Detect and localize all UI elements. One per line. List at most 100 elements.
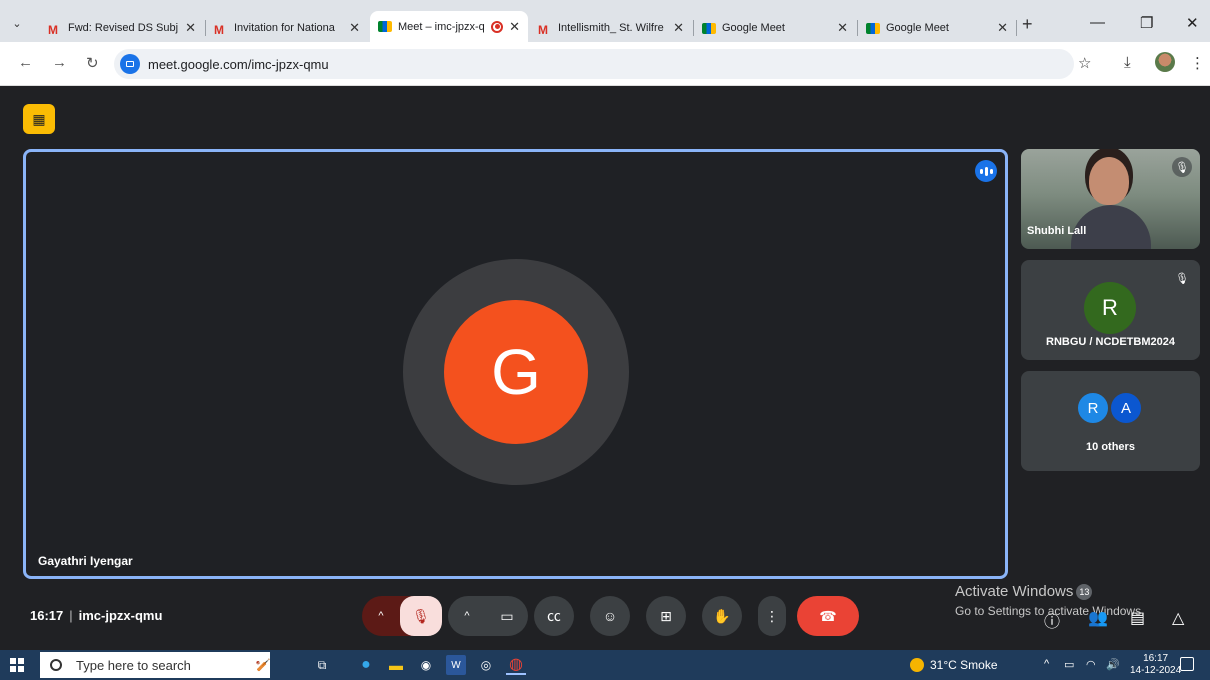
tab-title: Meet – imc-jpzx-q	[398, 20, 485, 33]
meeting-details-icon[interactable]: ⓘ	[1044, 608, 1060, 632]
participant-tile-rnbgu[interactable]: 🎙 R RNBGU / NCDETBM2024	[1021, 260, 1200, 360]
window-close-icon[interactable]: ✕	[1186, 14, 1199, 32]
weather-icon	[910, 658, 924, 672]
new-tab-icon[interactable]: +	[1022, 14, 1033, 35]
chrome-icon[interactable]: ◍	[506, 655, 526, 675]
captions-button[interactable]: ㏄	[534, 596, 574, 636]
back-icon[interactable]: ←	[18, 54, 33, 71]
tab-search-chevron-icon[interactable]: ⌄	[8, 14, 26, 32]
tab-title: Intellismith_ St. Wilfre	[558, 22, 664, 34]
participant-name: RNBGU / NCDETBM2024	[1046, 336, 1175, 348]
gmail-icon: M	[48, 22, 58, 37]
tab-invitation[interactable]: M Invitation for Nationa ✕	[206, 14, 368, 42]
meeting-code: imc-jpzx-qmu	[78, 608, 163, 623]
audio-options-chevron-icon[interactable]: ^	[362, 596, 400, 636]
camera-icon: ▭	[500, 607, 514, 624]
windows-start-icon[interactable]	[10, 658, 24, 672]
present-button[interactable]: ⊞	[646, 596, 686, 636]
tray-chevron-icon[interactable]: ^	[1044, 658, 1049, 670]
browser-menu-icon[interactable]: ⋮	[1190, 54, 1205, 72]
browser-toolbar: ← → ↻ meet.google.com/imc-jpzx-qmu ☆ ⤓ ⋮	[0, 42, 1210, 86]
raise-hand-button[interactable]: ✋	[702, 596, 742, 636]
mic-off-button[interactable]: 🎙	[400, 596, 442, 636]
tab-google-meet-2[interactable]: Google Meet ✕	[858, 14, 1016, 42]
meet-icon	[378, 21, 392, 32]
taskbar-clock[interactable]: 16:17 14-12-2024	[1130, 653, 1181, 677]
app-icon[interactable]: ◉	[416, 655, 436, 675]
bookmark-star-icon[interactable]: ☆	[1078, 54, 1091, 72]
captions-icon: ㏄	[547, 608, 561, 624]
network-icon[interactable]: ▭	[1064, 658, 1074, 671]
site-info-icon[interactable]	[120, 54, 140, 74]
main-avatar: G	[444, 300, 588, 444]
profile-avatar[interactable]	[1155, 52, 1175, 72]
more-options-button[interactable]: ⋮	[758, 596, 786, 636]
activities-icon[interactable]: △	[1172, 608, 1184, 628]
meet-icon	[866, 22, 880, 34]
cricket-widget-icon[interactable]: 🏏	[248, 655, 278, 675]
address-bar[interactable]: meet.google.com/imc-jpzx-qmu	[114, 49, 1074, 79]
participant-video-head	[1089, 157, 1129, 205]
tab-fwd-revised[interactable]: M Fwd: Revised DS Subj ✕	[40, 14, 204, 42]
tab-title: Fwd: Revised DS Subj	[68, 22, 179, 34]
tab-intellismith[interactable]: M Intellismith_ St. Wilfre ✕	[530, 14, 692, 42]
main-participant-name: Gayathri Iyengar	[38, 554, 133, 568]
caption-off-icon[interactable]: ▦	[23, 104, 55, 134]
tab-divider	[1016, 20, 1017, 36]
restore-icon[interactable]: ❐	[1140, 14, 1153, 32]
more-vert-icon: ⋮	[765, 607, 779, 624]
mic-off-icon: 🎙	[1175, 272, 1189, 285]
app-icon-2[interactable]: ◎	[476, 655, 496, 675]
tab-google-meet-1[interactable]: Google Meet ✕	[694, 14, 856, 42]
notification-count-badge: 13	[1076, 584, 1093, 601]
word-icon[interactable]: W	[446, 655, 466, 675]
taskbar-search[interactable]: Type here to search	[40, 652, 270, 678]
tab-meet-active[interactable]: Meet – imc-jpzx-q ✕	[370, 11, 528, 42]
recording-icon	[491, 20, 504, 33]
search-icon	[50, 659, 62, 671]
reload-icon[interactable]: ↻	[86, 54, 99, 72]
mic-off-icon: 🎙	[1172, 157, 1192, 177]
end-call-icon: ☎	[819, 607, 837, 624]
taskbar-search-placeholder: Type here to search	[76, 657, 191, 673]
others-tile[interactable]: R A 10 others	[1021, 371, 1200, 471]
close-tab-icon[interactable]: ✕	[997, 20, 1008, 36]
reactions-button[interactable]: ☺	[590, 596, 630, 636]
notification-center-icon[interactable]	[1180, 657, 1194, 671]
leave-call-button[interactable]: ☎	[797, 596, 859, 636]
meet-icon	[702, 22, 716, 34]
camera-button[interactable]: ▭	[486, 596, 528, 636]
gmail-icon: M	[538, 22, 548, 37]
browser-tab-strip: ⌄ M Fwd: Revised DS Subj ✕ M Invitation …	[0, 0, 1210, 42]
close-tab-icon[interactable]: ✕	[837, 20, 848, 36]
tab-title: Google Meet	[886, 22, 949, 34]
close-tab-icon[interactable]: ✕	[509, 19, 520, 35]
emoji-icon: ☺	[602, 608, 618, 624]
close-tab-icon[interactable]: ✕	[185, 20, 196, 36]
volume-icon[interactable]: 🔊	[1106, 658, 1120, 671]
download-icon[interactable]: ⤓	[1124, 54, 1131, 71]
weather-widget[interactable]: 31°C Smoke	[910, 658, 998, 672]
participant-tile-shubhi[interactable]: 🎙 Shubhi Lall	[1021, 149, 1200, 249]
mic-off-icon: 🎙	[412, 607, 430, 624]
people-icon[interactable]: 👥	[1088, 608, 1108, 628]
file-explorer-icon[interactable]: ▬	[386, 655, 406, 675]
url-text[interactable]: meet.google.com/imc-jpzx-qmu	[148, 57, 329, 72]
task-view-icon[interactable]: ⧉	[312, 655, 332, 675]
present-screen-icon: ⊞	[660, 607, 672, 624]
others-avatar-r: R	[1076, 391, 1110, 425]
others-avatar-a: A	[1109, 391, 1143, 425]
meeting-info: 16:17 | imc-jpzx-qmu	[30, 608, 163, 623]
windows-taskbar: Type here to search 🏏 ⧉ ● ▬ ◉ W ◎ ◍ 31°C…	[0, 650, 1210, 680]
close-tab-icon[interactable]: ✕	[673, 20, 684, 36]
video-options-chevron-icon[interactable]: ^	[448, 596, 486, 636]
minimize-icon[interactable]: —	[1090, 14, 1105, 31]
main-participant-tile[interactable]: G Gayathri Iyengar	[23, 149, 1008, 579]
wifi-icon[interactable]: ◠	[1086, 658, 1096, 671]
chat-icon[interactable]: ▤	[1130, 608, 1145, 628]
edge-icon[interactable]: ●	[356, 655, 376, 675]
close-tab-icon[interactable]: ✕	[349, 20, 360, 36]
taskbar-time: 16:17	[1143, 653, 1169, 664]
forward-icon[interactable]: →	[52, 54, 67, 71]
meeting-clock: 16:17	[30, 608, 64, 623]
